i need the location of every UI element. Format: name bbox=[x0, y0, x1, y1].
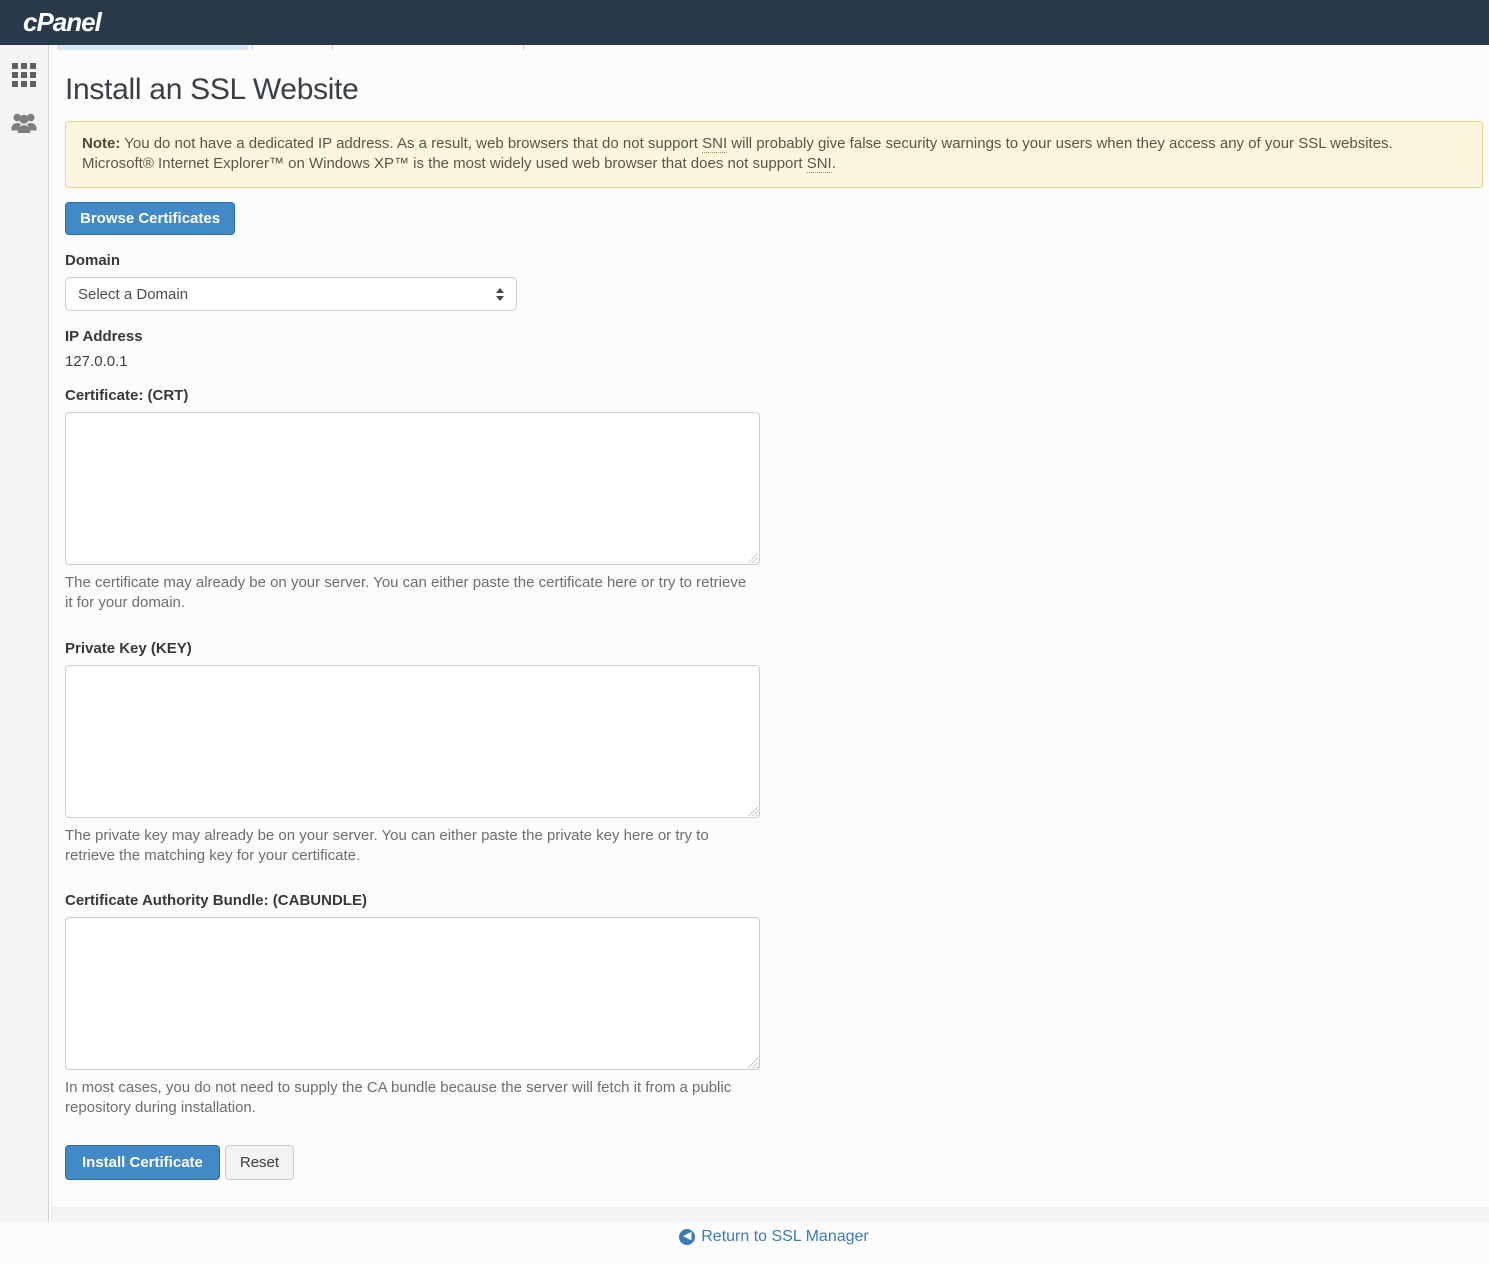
tab-separator bbox=[252, 45, 253, 50]
sni-warning-note: Note: You do not have a dedicated IP add… bbox=[65, 121, 1483, 188]
private-key-label: Private Key (KEY) bbox=[65, 640, 1483, 657]
return-link-label: Return to SSL Manager bbox=[701, 1228, 869, 1246]
cpanel-logo[interactable]: cPanel bbox=[23, 7, 101, 38]
ca-bundle-textarea[interactable] bbox=[65, 917, 760, 1070]
left-sidebar bbox=[0, 45, 49, 1222]
browse-certificates-button[interactable]: Browse Certificates bbox=[65, 202, 235, 236]
resize-handle-icon[interactable] bbox=[748, 806, 758, 816]
page-bottom-strip bbox=[0, 1207, 1489, 1222]
resize-handle-icon[interactable] bbox=[748, 553, 758, 563]
sni-abbr: SNI bbox=[702, 135, 727, 153]
ca-bundle-help-text: In most cases, you do not need to supply… bbox=[65, 1078, 757, 1119]
certificate-textarea[interactable] bbox=[65, 412, 760, 565]
resize-handle-icon[interactable] bbox=[748, 1058, 758, 1068]
note-label: Note: bbox=[82, 135, 120, 152]
ip-address-label: IP Address bbox=[65, 328, 1483, 345]
domain-select-value: Select a Domain bbox=[78, 286, 188, 303]
certificate-label: Certificate: (CRT) bbox=[65, 387, 1483, 404]
user-manager-button[interactable] bbox=[7, 106, 41, 140]
tab-separator bbox=[332, 45, 333, 50]
active-tab-highlight bbox=[57, 45, 248, 50]
note-text: . bbox=[832, 155, 836, 172]
ip-address-value: 127.0.0.1 bbox=[65, 353, 1483, 370]
sni-abbr: SNI bbox=[807, 155, 832, 173]
main-content: Install an SSL Website Note: You do not … bbox=[52, 73, 1489, 1264]
page-title: Install an SSL Website bbox=[65, 73, 1483, 107]
apps-grid-button[interactable] bbox=[7, 58, 41, 92]
return-to-ssl-manager-link[interactable]: ◀ Return to SSL Manager bbox=[679, 1228, 869, 1246]
top-navbar: cPanel bbox=[0, 0, 1489, 45]
note-text: You do not have a dedicated IP address. … bbox=[120, 135, 702, 152]
users-icon bbox=[9, 110, 39, 136]
private-key-help-text: The private key may already be on your s… bbox=[65, 826, 757, 867]
domain-select[interactable]: Select a Domain bbox=[65, 277, 517, 311]
domain-label: Domain bbox=[65, 252, 1483, 269]
grid-icon bbox=[12, 63, 36, 87]
install-certificate-button[interactable]: Install Certificate bbox=[65, 1145, 220, 1181]
select-stepper-icon bbox=[496, 288, 504, 301]
certificate-help-text: The certificate may already be on your s… bbox=[65, 573, 757, 614]
ca-bundle-label: Certificate Authority Bundle: (CABUNDLE) bbox=[65, 892, 1483, 909]
reset-button[interactable]: Reset bbox=[225, 1145, 294, 1181]
private-key-textarea[interactable] bbox=[65, 665, 760, 818]
arrow-circle-left-icon: ◀ bbox=[679, 1229, 695, 1245]
tab-separator bbox=[523, 45, 524, 50]
